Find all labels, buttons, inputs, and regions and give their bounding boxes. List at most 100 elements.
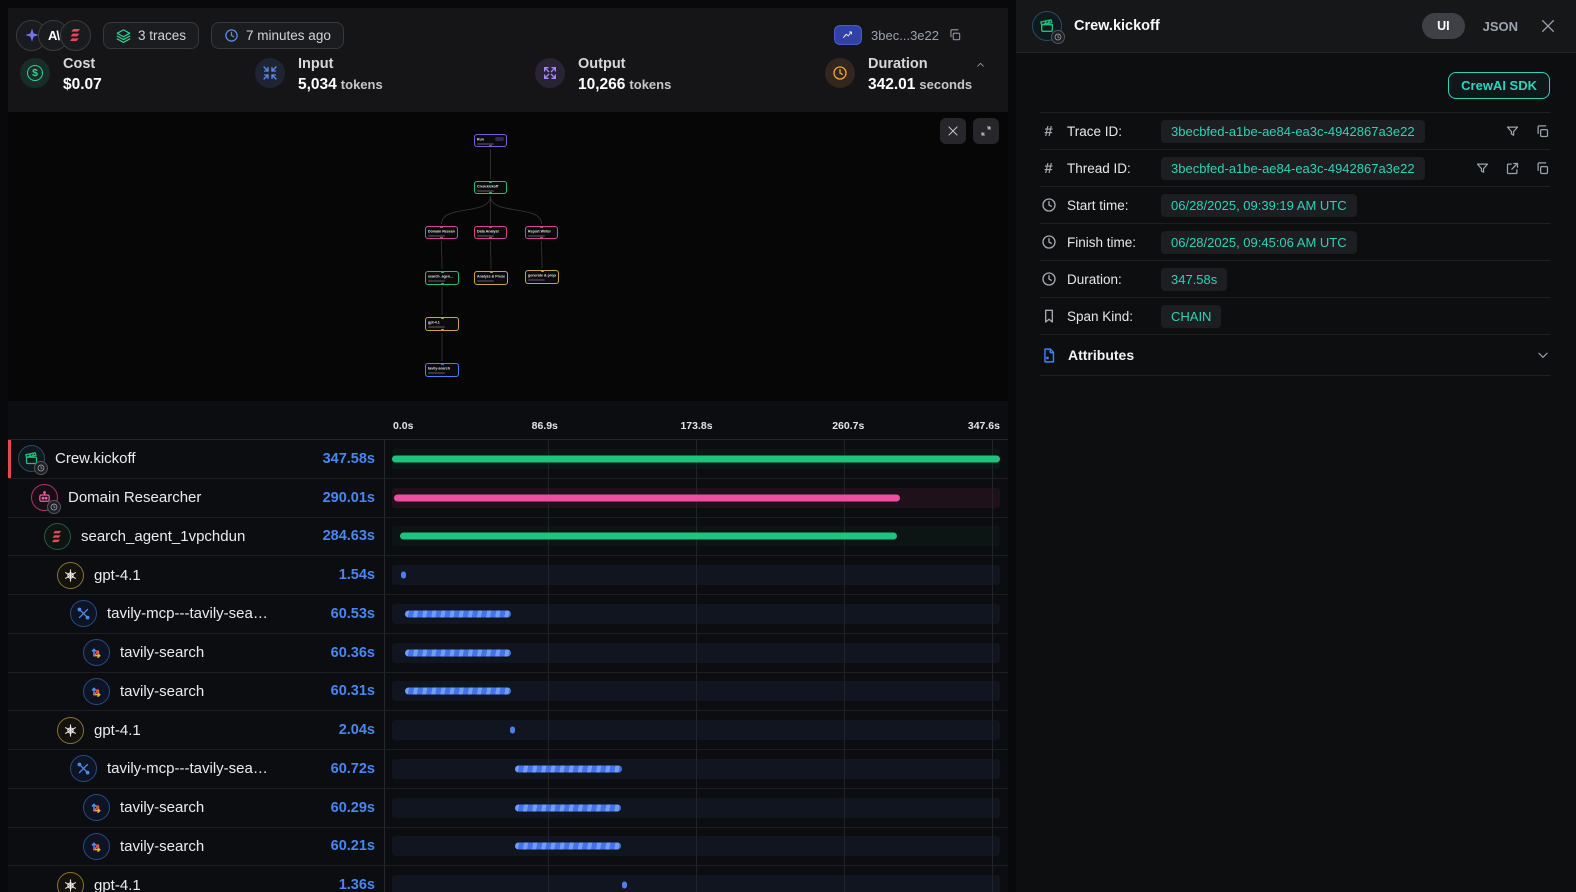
span-timeline-cell[interactable]: [385, 711, 1008, 749]
close-panel-icon[interactable]: [1540, 18, 1556, 34]
field-value-chip: 06/28/2025, 09:45:06 AM UTC: [1161, 231, 1357, 254]
openai-icon: [57, 872, 84, 892]
chevron-down-icon[interactable]: [1536, 348, 1550, 362]
traces-count-badge[interactable]: 3 traces: [103, 22, 199, 49]
attributes-row[interactable]: Attributes: [1040, 335, 1550, 376]
span-row[interactable]: gpt-4.1 1.36s: [8, 866, 1008, 892]
span-track: [392, 875, 1000, 892]
span-name-cell[interactable]: tavily-mcp---tavily-sea… 60.53s: [8, 595, 385, 633]
collapse-stats-icon[interactable]: [973, 60, 988, 70]
span-timeline-cell[interactable]: [385, 789, 1008, 827]
span-timeline-cell[interactable]: [385, 440, 1008, 478]
span-row[interactable]: tavily-mcp---tavily-sea… 60.72s: [8, 750, 1008, 789]
trace-graph[interactable]: Run Crew.kickoff Domain Research Data Analy…: [8, 112, 1008, 401]
cost-icon: $: [20, 58, 50, 88]
graph-node[interactable]: generate & prepar...: [525, 270, 559, 284]
sdk-badge: CrewAI SDK: [1448, 72, 1550, 99]
field-actions: [1505, 124, 1550, 139]
span-row[interactable]: tavily-mcp---tavily-sea… 60.53s: [8, 595, 1008, 634]
span-timeline-cell[interactable]: [385, 595, 1008, 633]
tab-json[interactable]: JSON: [1483, 19, 1518, 34]
graph-close-button[interactable]: [940, 118, 966, 144]
external-icon[interactable]: [1505, 161, 1520, 176]
span-bar: [515, 843, 620, 850]
span-name-cell[interactable]: Domain Researcher 290.01s: [8, 479, 385, 517]
field-value-chip: 347.58s: [1161, 268, 1227, 291]
graph-node-label: tavily-search: [428, 366, 450, 370]
span-timeline-cell[interactable]: [385, 556, 1008, 594]
span-name-cell[interactable]: gpt-4.1 2.04s: [8, 711, 385, 749]
stat-value: 5,034: [298, 76, 337, 93]
span-name-cell[interactable]: tavily-search 60.36s: [8, 634, 385, 672]
hash-icon: #: [1040, 123, 1057, 140]
span-row[interactable]: search_agent_1vpchdun 284.63s: [8, 518, 1008, 557]
span-fields: # Trace ID: 3becbfed-a1be-ae84-ea3c-4942…: [1040, 113, 1550, 335]
span-name-cell[interactable]: tavily-search 60.29s: [8, 789, 385, 827]
detail-field-row: Span Kind: CHAIN: [1040, 298, 1550, 335]
filter-icon[interactable]: [1475, 161, 1490, 176]
graph-expand-button[interactable]: [973, 118, 999, 144]
span-timeline-cell[interactable]: [385, 479, 1008, 517]
copy-icon[interactable]: [1535, 161, 1550, 176]
stat-value: 10,266: [578, 76, 625, 93]
field-value-chip: 06/28/2025, 09:39:19 AM UTC: [1161, 194, 1357, 217]
span-name-cell[interactable]: gpt-4.1 1.54s: [8, 556, 385, 594]
span-row[interactable]: Crew.kickoff 347.58s: [8, 440, 1008, 479]
span-row[interactable]: tavily-search 60.31s: [8, 673, 1008, 712]
span-name-cell[interactable]: Crew.kickoff 347.58s: [8, 440, 385, 478]
span-name-cell[interactable]: search_agent_1vpchdun 284.63s: [8, 518, 385, 556]
axis-tick: 0.0s: [393, 420, 413, 432]
span-timeline-cell[interactable]: [385, 518, 1008, 556]
field-label: Start time:: [1067, 198, 1151, 213]
expand-icon: [980, 125, 992, 137]
graph-node-label: Run: [477, 137, 484, 141]
tools-icon: [70, 600, 97, 627]
span-row[interactable]: Domain Researcher 290.01s: [8, 479, 1008, 518]
graph-node-label: search_agen...: [428, 274, 453, 278]
filter-icon[interactable]: [1505, 124, 1520, 139]
span-timeline-cell[interactable]: [385, 634, 1008, 672]
input-icon: [255, 58, 285, 88]
stat-value: $0.07: [63, 76, 102, 93]
graph-node[interactable]: gpt-4.1: [425, 317, 459, 331]
stat-label: Output: [578, 56, 671, 73]
span-timeline-cell[interactable]: [385, 750, 1008, 788]
chart-button[interactable]: [834, 25, 862, 45]
span-duration: 60.53s: [331, 606, 375, 622]
span-timeline-cell[interactable]: [385, 673, 1008, 711]
graph-node[interactable]: search_agen...: [425, 271, 459, 285]
graph-node-label: Crew.kickoff: [477, 184, 498, 188]
span-timeline-cell[interactable]: [385, 866, 1008, 892]
span-name-cell[interactable]: tavily-mcp---tavily-sea… 60.72s: [8, 750, 385, 788]
detail-field-row: Finish time: 06/28/2025, 09:45:06 AM UTC: [1040, 224, 1550, 261]
copy-icon[interactable]: [1535, 124, 1550, 139]
stat-item: $ Cost $0.07: [20, 56, 106, 94]
span-row[interactable]: gpt-4.1 1.54s: [8, 556, 1008, 595]
field-label: Finish time:: [1067, 235, 1151, 250]
trace-age-badge: 7 minutes ago: [211, 22, 344, 49]
span-name-cell[interactable]: tavily-search 60.31s: [8, 673, 385, 711]
graph-node[interactable]: Report Writer: [525, 226, 558, 239]
graph-node-label: Domain Research: [428, 229, 455, 233]
trace-age-label: 7 minutes ago: [246, 28, 331, 43]
graph-node[interactable]: Domain Research: [425, 226, 458, 239]
span-row[interactable]: tavily-search 60.29s: [8, 789, 1008, 828]
copy-trace-id-icon[interactable]: [948, 28, 962, 42]
stat-item: Output 10,266tokens: [535, 56, 671, 94]
detail-field-row: Start time: 06/28/2025, 09:39:19 AM UTC: [1040, 187, 1550, 224]
document-icon: [1040, 347, 1057, 364]
span-name-cell[interactable]: gpt-4.1 1.36s: [8, 866, 385, 892]
span-name: tavily-search: [120, 838, 321, 855]
graph-node[interactable]: Data Analyst: [474, 226, 507, 239]
span-name-cell[interactable]: tavily-search 60.21s: [8, 828, 385, 866]
span-row[interactable]: tavily-search 60.21s: [8, 828, 1008, 867]
span-duration: 1.54s: [339, 567, 375, 583]
graph-node[interactable]: Run: [474, 134, 507, 147]
span-row[interactable]: gpt-4.1 2.04s: [8, 711, 1008, 750]
graph-node[interactable]: Analyze & Present...: [474, 271, 508, 285]
graph-node[interactable]: Crew.kickoff: [474, 181, 507, 194]
graph-node[interactable]: tavily-search: [425, 363, 459, 377]
span-row[interactable]: tavily-search 60.36s: [8, 634, 1008, 673]
tab-ui[interactable]: UI: [1422, 13, 1465, 39]
span-timeline-cell[interactable]: [385, 828, 1008, 866]
